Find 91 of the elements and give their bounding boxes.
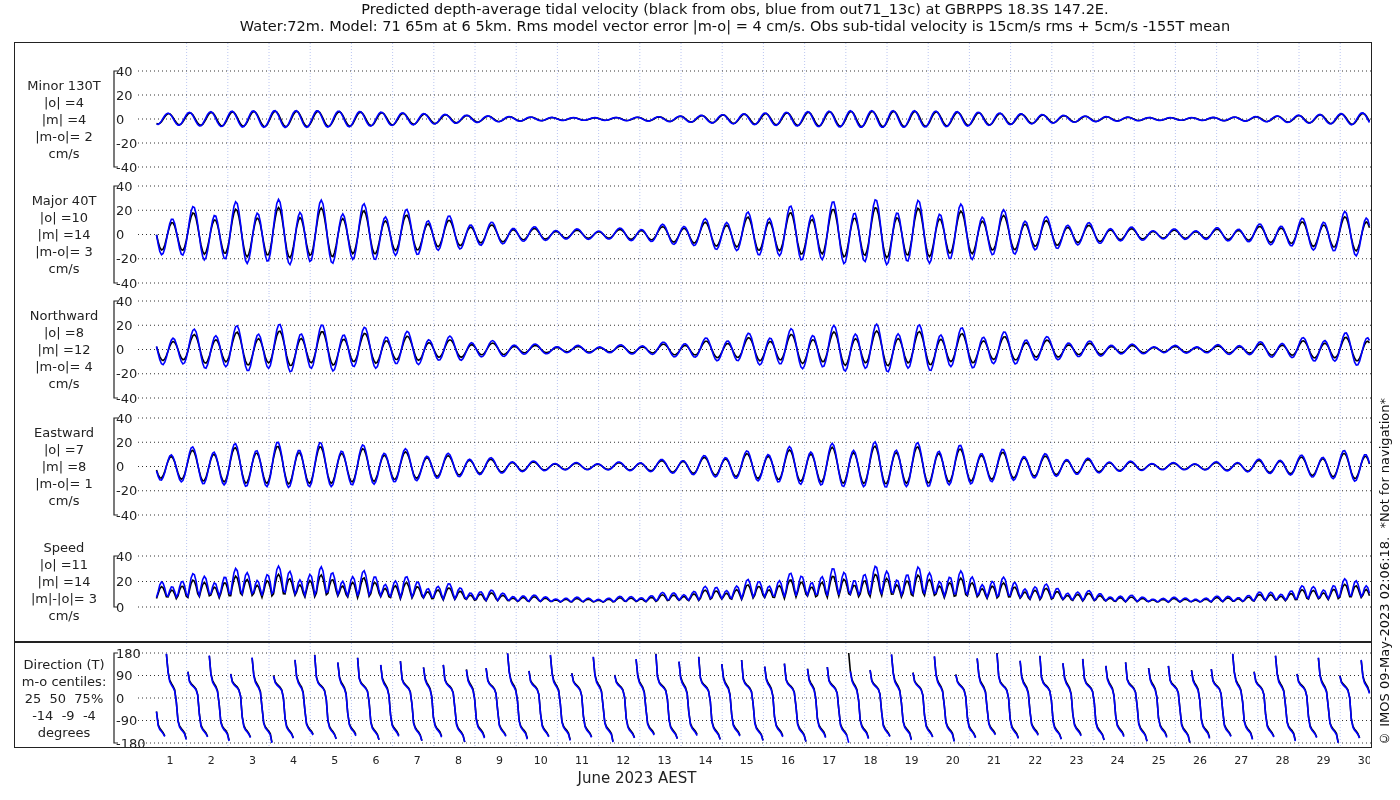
chart-title: Water:72m. Model: 71 65m at 6 5km. Rms model vector error |m-o| = 4 cm/s. Obs sub-tidal velocity is 15cm/s rms + 5cm/s -155T mean	[239, 18, 1231, 35]
y-tick-label: 180	[116, 645, 141, 661]
x-tick-label: 1	[166, 754, 174, 767]
y-tick-label: 0	[116, 599, 125, 615]
panel-label: |o| =10	[39, 209, 89, 226]
x-tick-label: 28	[1275, 754, 1290, 767]
x-tick-label: 9	[496, 754, 504, 767]
panel-label: cm/s	[48, 607, 80, 624]
x-tick-label: 17	[822, 754, 837, 767]
x-tick-label: 18	[863, 754, 878, 767]
panel-label: Northward	[29, 307, 99, 324]
panel-label: |o| =7	[44, 441, 84, 458]
panel-label: |m-o|= 4	[35, 358, 93, 375]
panel-label: Major 40T	[31, 192, 97, 209]
y-tick-label: -40	[116, 390, 138, 406]
panel-label: |o| =8	[44, 324, 84, 341]
panel-label: m-o centiles:	[21, 672, 107, 690]
y-tick-label: -20	[116, 366, 138, 382]
y-tick-label: 0	[116, 342, 125, 357]
panel-label: |m| =14	[37, 226, 91, 243]
x-tick-label: 6	[372, 754, 380, 767]
y-tick-label: 40	[116, 410, 133, 426]
y-tick-label: 20	[116, 434, 133, 450]
panel-label: |o| =11	[39, 556, 89, 573]
x-axis-label: June 2023 AEST	[577, 770, 697, 786]
x-tick-label: 12	[616, 754, 631, 767]
x-tick-label: 21	[987, 754, 1001, 767]
panel-label: |m|-|o|= 3	[30, 590, 98, 607]
x-tick-label: 7	[413, 754, 421, 767]
panel-label: |m-o|= 2	[35, 127, 93, 145]
x-tick-label: 23	[1069, 754, 1084, 767]
x-tick-label: 14	[698, 754, 713, 767]
panel-label: cm/s	[48, 375, 80, 392]
panel-label: -14 -9 -4	[32, 706, 96, 724]
x-tick-label: 15	[739, 754, 754, 767]
x-tick-label: 8	[454, 754, 462, 767]
y-tick-label: 0	[116, 111, 125, 127]
panel-label: Minor 130T	[27, 76, 101, 94]
x-tick-label: 13	[657, 754, 672, 767]
panel-label: |m-o|= 3	[35, 243, 93, 260]
panel-label: cm/s	[48, 492, 80, 509]
x-tick-label: 29	[1316, 754, 1331, 767]
copyright-note: © IMOS 09-May-2023 02:06:18. *Not for navigation*	[1376, 398, 1394, 746]
x-tick-label: 3	[248, 754, 256, 767]
x-tick-label: 11	[575, 754, 589, 767]
panel-label: 25 50 75%	[24, 689, 104, 707]
y-tick-label: 0	[116, 227, 125, 242]
y-tick-label: 20	[116, 574, 133, 589]
panel-label: cm/s	[48, 260, 80, 277]
x-tick-label: 19	[904, 754, 919, 767]
y-tick-label: -20	[116, 135, 138, 151]
y-tick-label: 90	[116, 668, 133, 683]
x-tick-label: 20	[945, 754, 960, 767]
x-tick-label: 24	[1110, 754, 1125, 767]
y-tick-label: 0	[116, 459, 125, 474]
x-tick-label: 4	[290, 754, 298, 767]
panel-label: |m| =4	[41, 110, 87, 128]
panel-label: Speed	[43, 539, 85, 556]
y-tick-label: 20	[116, 87, 133, 103]
panel-label: degrees	[37, 723, 91, 741]
panel-label: |m| =14	[37, 573, 91, 590]
y-tick-label: -40	[116, 275, 138, 291]
panel-label: cm/s	[48, 144, 80, 162]
x-tick-label: 2	[207, 754, 215, 767]
x-tick-label: 10	[533, 754, 548, 767]
x-tick-label: 26	[1193, 754, 1207, 767]
x-tick-label: 16	[781, 754, 795, 767]
panel-label: Eastward	[34, 424, 94, 441]
panel-label: |o| =4	[44, 93, 84, 111]
chart-title: Predicted depth-average tidal velocity (black from obs, blue from out71_13c) at GBRPPS 18.3S 147.2E.	[361, 1, 1109, 18]
x-tick-label: 5	[331, 754, 339, 767]
y-tick-label: 40	[116, 293, 133, 309]
y-tick-label: 20	[116, 317, 133, 333]
y-tick-label: 20	[116, 202, 133, 218]
y-tick-label: 40	[116, 178, 133, 194]
x-tick-label: 22	[1028, 754, 1043, 767]
x-tick-label: 27	[1234, 754, 1249, 767]
y-tick-label: 40	[116, 63, 133, 79]
y-tick-label: -20	[116, 251, 138, 267]
y-tick-label: 0	[116, 690, 125, 706]
y-tick-label: -180	[116, 735, 146, 747]
y-tick-label: -40	[116, 159, 138, 175]
y-tick-label: -20	[116, 483, 138, 499]
panel-label: |m| =12	[37, 341, 91, 358]
panel-label: |m| =8	[41, 458, 87, 475]
panel-label: Direction (T)	[23, 655, 105, 673]
y-tick-label: -90	[116, 713, 138, 728]
y-tick-label: 40	[116, 548, 133, 564]
panel-label: |m-o|= 1	[35, 475, 93, 492]
x-tick-label: 25	[1151, 754, 1166, 767]
y-tick-label: -40	[116, 507, 138, 523]
